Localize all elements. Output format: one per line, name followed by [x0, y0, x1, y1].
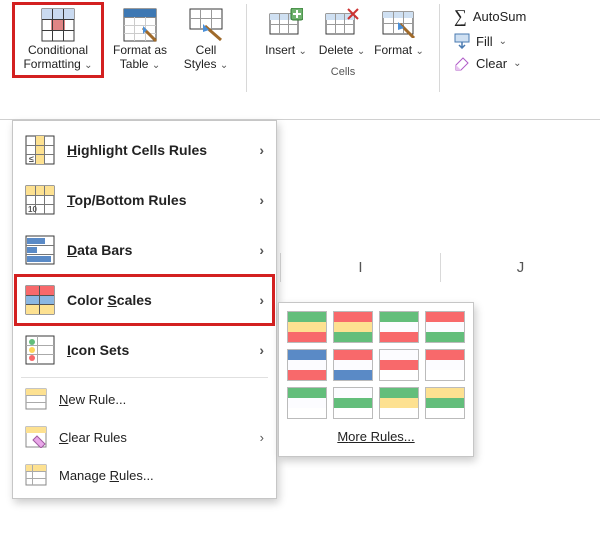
menu-label: New Rule... [59, 392, 126, 407]
color-scale-preset-1[interactable] [287, 311, 327, 343]
color-scale-preset-3[interactable] [379, 311, 419, 343]
fill-label: Fill [476, 34, 493, 49]
color-scales-icon [25, 285, 55, 315]
menu-color-scales[interactable]: Color Scales › [15, 275, 274, 325]
fill-down-icon [454, 33, 470, 49]
color-scale-preset-9[interactable] [287, 387, 327, 419]
new-rule-icon [25, 388, 47, 410]
format-as-table-icon [123, 8, 157, 42]
menu-icon-sets[interactable]: Icon Sets › [15, 325, 274, 375]
menu-manage-rules[interactable]: Manage Rules... [15, 456, 274, 494]
color-scale-preset-4[interactable] [425, 311, 465, 343]
conditional-formatting-icon [41, 8, 75, 42]
clear-rules-icon [25, 426, 47, 448]
menu-separator [21, 377, 268, 378]
ribbon: Conditional Formatting ⌄ Format as Table… [0, 0, 600, 120]
cell-styles-icon [189, 8, 223, 42]
format-as-table-label: Format as Table ⌄ [106, 44, 174, 72]
separator [439, 4, 440, 92]
data-bars-icon [25, 235, 55, 265]
top-bottom-icon: 10 [25, 185, 55, 215]
format-as-table-button[interactable]: Format as Table ⌄ [104, 4, 176, 76]
autosum-label: AutoSum [473, 9, 526, 24]
svg-text:≤: ≤ [29, 154, 34, 164]
chevron-right-icon: › [259, 192, 264, 208]
menu-highlight-cells-rules[interactable]: ≤ Highlight Cells Rules › [15, 125, 274, 175]
styles-group: Conditional Formatting ⌄ Format as Table… [8, 4, 240, 76]
menu-data-bars[interactable]: Data Bars › [15, 225, 274, 275]
autosum-button[interactable]: ∑ AutoSum [454, 6, 526, 27]
chevron-right-icon: › [259, 142, 264, 158]
fill-button[interactable]: Fill ⌄ [454, 33, 526, 49]
highlight-cells-icon: ≤ [25, 135, 55, 165]
more-rules-label: ore Rules... [348, 429, 414, 444]
more-rules-item[interactable]: More Rules... [287, 419, 465, 448]
cell-styles-button[interactable]: Cell Styles ⌄ [178, 4, 234, 76]
chevron-right-icon: › [259, 242, 264, 258]
delete-label: Delete ⌄ [319, 44, 365, 58]
color-scale-preset-6[interactable] [333, 349, 373, 381]
svg-text:10: 10 [28, 205, 37, 214]
format-label: Format ⌄ [374, 44, 424, 58]
color-scale-preset-12[interactable] [425, 387, 465, 419]
insert-button[interactable]: Insert ⌄ [259, 4, 313, 62]
menu-new-rule[interactable]: New Rule... [15, 380, 274, 418]
color-scale-preset-11[interactable] [379, 387, 419, 419]
color-scales-submenu: More Rules... [278, 302, 474, 457]
insert-label: Insert ⌄ [265, 44, 307, 58]
menu-label: Manage Rules... [59, 468, 154, 483]
column-headers: I J [280, 253, 600, 282]
menu-clear-rules[interactable]: Clear Rules › [15, 418, 274, 456]
chevron-right-icon: › [260, 430, 264, 445]
color-scale-preset-2[interactable] [333, 311, 373, 343]
menu-label: Highlight Cells Rules [67, 142, 207, 158]
menu-label: Clear Rules [59, 430, 127, 445]
sigma-icon: ∑ [454, 6, 467, 27]
color-scale-preset-8[interactable] [425, 349, 465, 381]
delete-cells-icon [325, 8, 359, 42]
cell-styles-label: Cell Styles ⌄ [180, 44, 232, 72]
delete-button[interactable]: Delete ⌄ [315, 4, 369, 62]
manage-rules-icon [25, 464, 47, 486]
format-cells-icon [382, 8, 416, 42]
menu-label: Icon Sets [67, 342, 129, 358]
color-scale-preset-10[interactable] [333, 387, 373, 419]
color-scale-preset-7[interactable] [379, 349, 419, 381]
clear-button[interactable]: Clear ⌄ [454, 55, 526, 71]
conditional-formatting-menu: ≤ Highlight Cells Rules › 10 Top/Bottom … [12, 120, 277, 499]
col-header-j[interactable]: J [440, 253, 600, 282]
menu-label: Top/Bottom Rules [67, 192, 187, 208]
cells-group: Insert ⌄ Delete ⌄ Format ⌄ Cells [253, 4, 433, 78]
insert-cells-icon [269, 8, 303, 42]
clear-label: Clear [476, 56, 507, 71]
menu-label: Color Scales [67, 292, 152, 308]
color-scale-grid [287, 311, 465, 419]
color-scale-preset-5[interactable] [287, 349, 327, 381]
col-header-i[interactable]: I [280, 253, 440, 282]
eraser-icon [454, 55, 470, 71]
format-button[interactable]: Format ⌄ [371, 4, 427, 62]
separator [246, 4, 247, 92]
conditional-formatting-button[interactable]: Conditional Formatting ⌄ [14, 4, 102, 76]
menu-label: Data Bars [67, 242, 132, 258]
chevron-right-icon: › [259, 342, 264, 358]
menu-top-bottom-rules[interactable]: 10 Top/Bottom Rules › [15, 175, 274, 225]
chevron-right-icon: › [259, 292, 264, 308]
conditional-formatting-label: Conditional Formatting ⌄ [16, 44, 100, 72]
cells-group-label: Cells [331, 66, 355, 78]
icon-sets-icon [25, 335, 55, 365]
editing-group: ∑ AutoSum Fill ⌄ Clear ⌄ [446, 4, 530, 73]
